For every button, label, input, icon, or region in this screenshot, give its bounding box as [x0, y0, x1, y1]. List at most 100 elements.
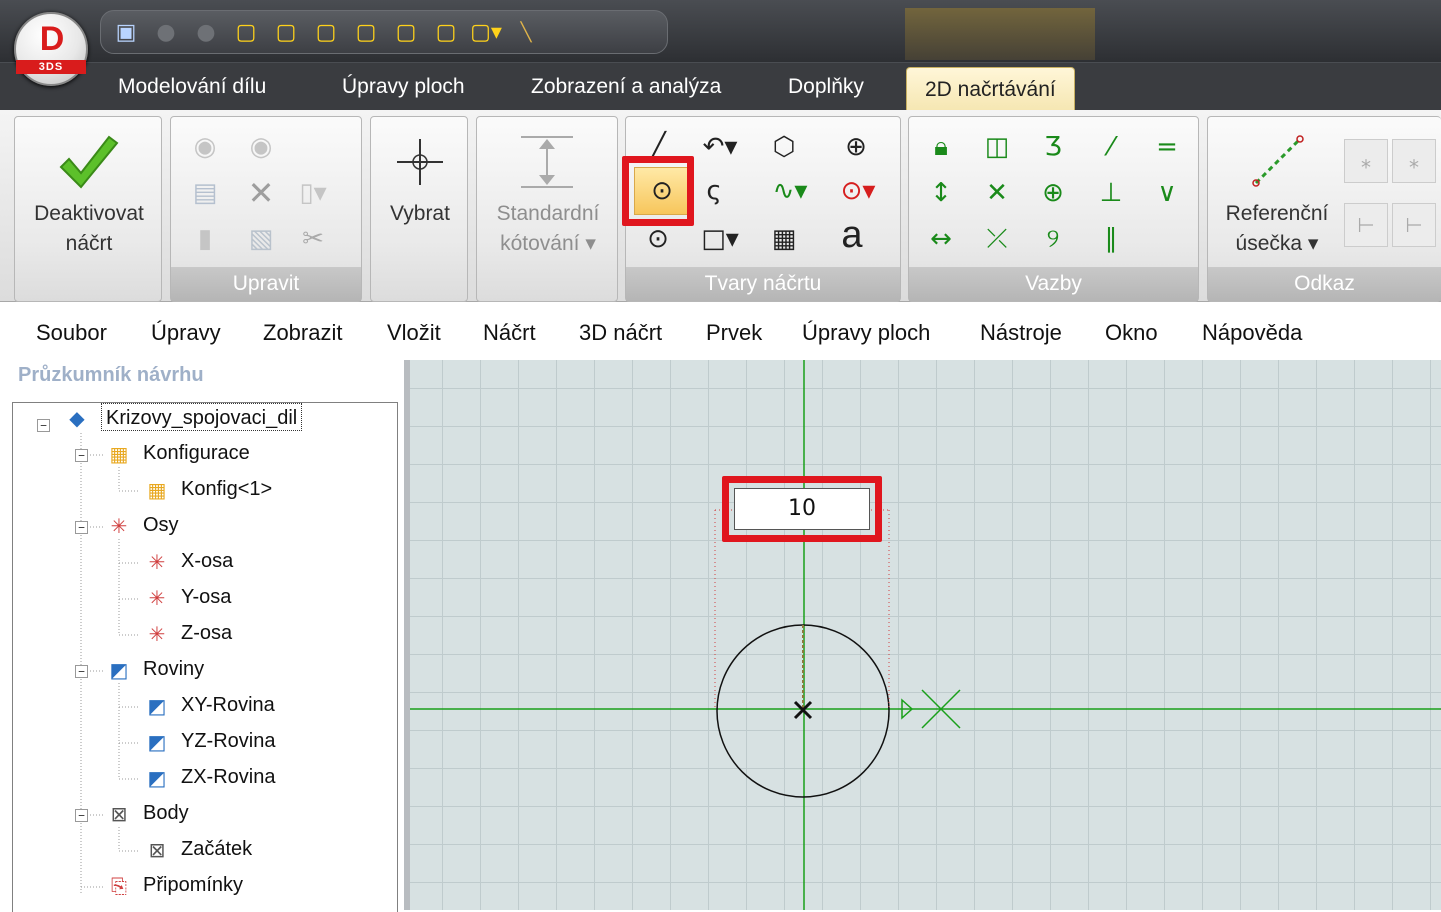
tree-item-y-osa[interactable]: Y-osa	[181, 583, 231, 611]
axis-icon: ✳	[148, 550, 166, 574]
view-right-icon[interactable]: ▢	[351, 17, 381, 47]
tree-item-pripominky[interactable]: Připomínky	[143, 871, 243, 899]
equal-icon[interactable]: =	[1149, 129, 1185, 165]
reference-line-button[interactable]: Referenční úsečka ▾	[1208, 199, 1346, 259]
tab-2d-nacrtavani[interactable]: 2D načrtávání	[906, 67, 1075, 113]
tree-item-konfigurace[interactable]: Konfigurace	[143, 439, 250, 467]
tree-item-konfig1[interactable]: Konfig<1>	[181, 475, 272, 503]
perpendicular-icon[interactable]: ⊥	[1093, 175, 1129, 211]
partial-circle-icon[interactable]: ς	[696, 173, 732, 209]
rectangle-icon[interactable]: □▾	[692, 221, 748, 257]
pierce-icon[interactable]: ୨	[1035, 221, 1071, 257]
horizontal-icon[interactable]: ↔	[923, 221, 959, 257]
text-tool-icon[interactable]: a	[834, 214, 870, 256]
polygon-icon[interactable]: ⬡	[766, 129, 802, 165]
menu-zobrazit[interactable]: Zobrazit	[263, 320, 342, 346]
save-icon[interactable]: ▣	[111, 17, 141, 47]
midpoint-icon[interactable]: ✕	[979, 175, 1015, 211]
redo-icon[interactable]: ●	[191, 17, 221, 47]
deactivate-sketch-button[interactable]: Deaktivovat náčrt	[15, 199, 163, 259]
reference-point-icon[interactable]: ⁎	[1344, 139, 1388, 183]
parallel-icon[interactable]: ∥	[1093, 221, 1129, 257]
menu-napoveda[interactable]: Nápověda	[1202, 320, 1302, 346]
tree-root-item[interactable]: Krizovy_spojovaci_dil	[101, 403, 303, 431]
spline-icon[interactable]: ∿▾	[762, 173, 818, 209]
menu-prvek[interactable]: Prvek	[706, 320, 762, 346]
tab-doplnky[interactable]: Doplňky	[788, 75, 864, 99]
reference-grid-icon[interactable]: ⁎	[1392, 139, 1436, 183]
reference-dim2-icon[interactable]: ⊢	[1392, 203, 1436, 247]
group-select: Vybrat	[370, 116, 468, 302]
vertical-icon[interactable]: ↕	[923, 175, 959, 211]
properties-icon[interactable]: ▤	[187, 175, 223, 211]
arc-icon[interactable]: ↶▾	[692, 129, 748, 165]
view-front-icon[interactable]: ▢	[231, 17, 261, 47]
tree-item-osy[interactable]: Osy	[143, 511, 179, 539]
center-point-mark	[793, 700, 813, 720]
menu-upravy[interactable]: Úpravy	[151, 320, 221, 346]
view-iso-icon[interactable]: ▢▾	[470, 17, 502, 47]
coincident-icon[interactable]: ⤫	[979, 221, 1015, 257]
tab-modelovani-dilu[interactable]: Modelování dílu	[118, 75, 266, 99]
copy-icon[interactable]: ▮	[187, 221, 223, 257]
paste-special-icon[interactable]: ▧	[243, 221, 279, 257]
symmetric-icon[interactable]: ◫	[979, 129, 1015, 165]
ellipse-icon[interactable]: ⊙	[640, 221, 676, 257]
view-back-icon[interactable]: ▢	[271, 17, 301, 47]
circle-options-icon[interactable]: ⊙▾	[830, 173, 886, 209]
concentric-icon[interactable]: ⊕	[1035, 175, 1071, 211]
point-icon[interactable]: ⊕	[838, 129, 874, 165]
view-left-icon[interactable]: ▢	[311, 17, 341, 47]
sketch-canvas[interactable]	[410, 360, 1441, 910]
tree-item-z-osa[interactable]: Z-osa	[181, 619, 232, 647]
view-bottom-icon[interactable]: ▢	[431, 17, 461, 47]
menu-vlozit[interactable]: Vložit	[387, 320, 441, 346]
menu-soubor[interactable]: Soubor	[36, 320, 107, 346]
dimension-value-input[interactable]: 10	[734, 488, 870, 530]
tree-item-yz-rovina[interactable]: YZ-Rovina	[181, 727, 275, 755]
configuration-icon: ▦	[109, 442, 129, 466]
crosshair-icon	[395, 137, 445, 187]
menu-3d-nacrt[interactable]: 3D náčrt	[579, 320, 662, 346]
tree-item-zacatek[interactable]: Začátek	[181, 835, 252, 863]
fix-icon[interactable]: 🔒︎	[923, 129, 959, 165]
tab-zobrazeni-a-analyza[interactable]: Zobrazení a analýza	[531, 75, 721, 99]
measure-icon[interactable]: ╲	[511, 17, 541, 47]
group-dimension: Standardní kótování ▾	[476, 116, 618, 302]
paste-icon[interactable]: ▯▾	[295, 175, 331, 211]
collapse-roviny-toggle[interactable]: −	[75, 665, 88, 678]
angle-icon[interactable]: ∨	[1149, 175, 1185, 211]
group-label-constraints: Vazby	[909, 267, 1198, 301]
tab-upravy-ploch[interactable]: Úpravy ploch	[342, 75, 465, 99]
axis-icon: ✳	[148, 586, 166, 610]
delete-icon[interactable]: ✕	[243, 175, 279, 211]
tree-item-x-osa[interactable]: X-osa	[181, 547, 233, 575]
view-top-icon[interactable]: ▢	[391, 17, 421, 47]
redo-icon[interactable]: ◉	[243, 129, 279, 165]
undo-icon[interactable]: ◉	[187, 129, 223, 165]
standard-dimension-button[interactable]: Standardní kótování ▾	[477, 199, 619, 259]
tree-item-body[interactable]: Body	[143, 799, 189, 827]
collinear-icon[interactable]: ⁄	[1093, 129, 1129, 165]
undo-icon[interactable]: ●	[151, 17, 181, 47]
collapse-osy-toggle[interactable]: −	[75, 521, 88, 534]
reference-dim-icon[interactable]: ⊢	[1344, 203, 1388, 247]
menu-nacrt[interactable]: Náčrt	[483, 320, 536, 346]
tree-item-roviny[interactable]: Roviny	[143, 655, 204, 683]
collapse-body-toggle[interactable]: −	[75, 809, 88, 822]
app-logo-button[interactable]: D 3DS	[14, 12, 88, 86]
menu-nastroje[interactable]: Nástroje	[980, 320, 1062, 346]
comments-icon: ⎘	[111, 874, 127, 898]
tree-item-zx-rovina[interactable]: ZX-Rovina	[181, 763, 275, 791]
cut-icon[interactable]: ✂	[295, 221, 331, 257]
tangent-icon[interactable]: Ʒ	[1035, 129, 1071, 165]
menu-upravy-ploch[interactable]: Úpravy ploch	[802, 320, 930, 346]
tree-item-xy-rovina[interactable]: XY-Rovina	[181, 691, 275, 719]
collapse-konfigurace-toggle[interactable]: −	[75, 449, 88, 462]
select-button[interactable]: Vybrat	[371, 199, 469, 229]
sketch-text-icon[interactable]: ▦	[766, 221, 802, 257]
menu-okno[interactable]: Okno	[1105, 320, 1158, 346]
collapse-root-toggle[interactable]: −	[37, 419, 50, 432]
ribbon-tab-bar: Modelování dílu Úpravy ploch Zobrazení a…	[0, 62, 1441, 113]
quick-access-toolbar: ▣ ● ● ▢ ▢ ▢ ▢ ▢ ▢ ▢▾ ╲	[100, 10, 668, 54]
